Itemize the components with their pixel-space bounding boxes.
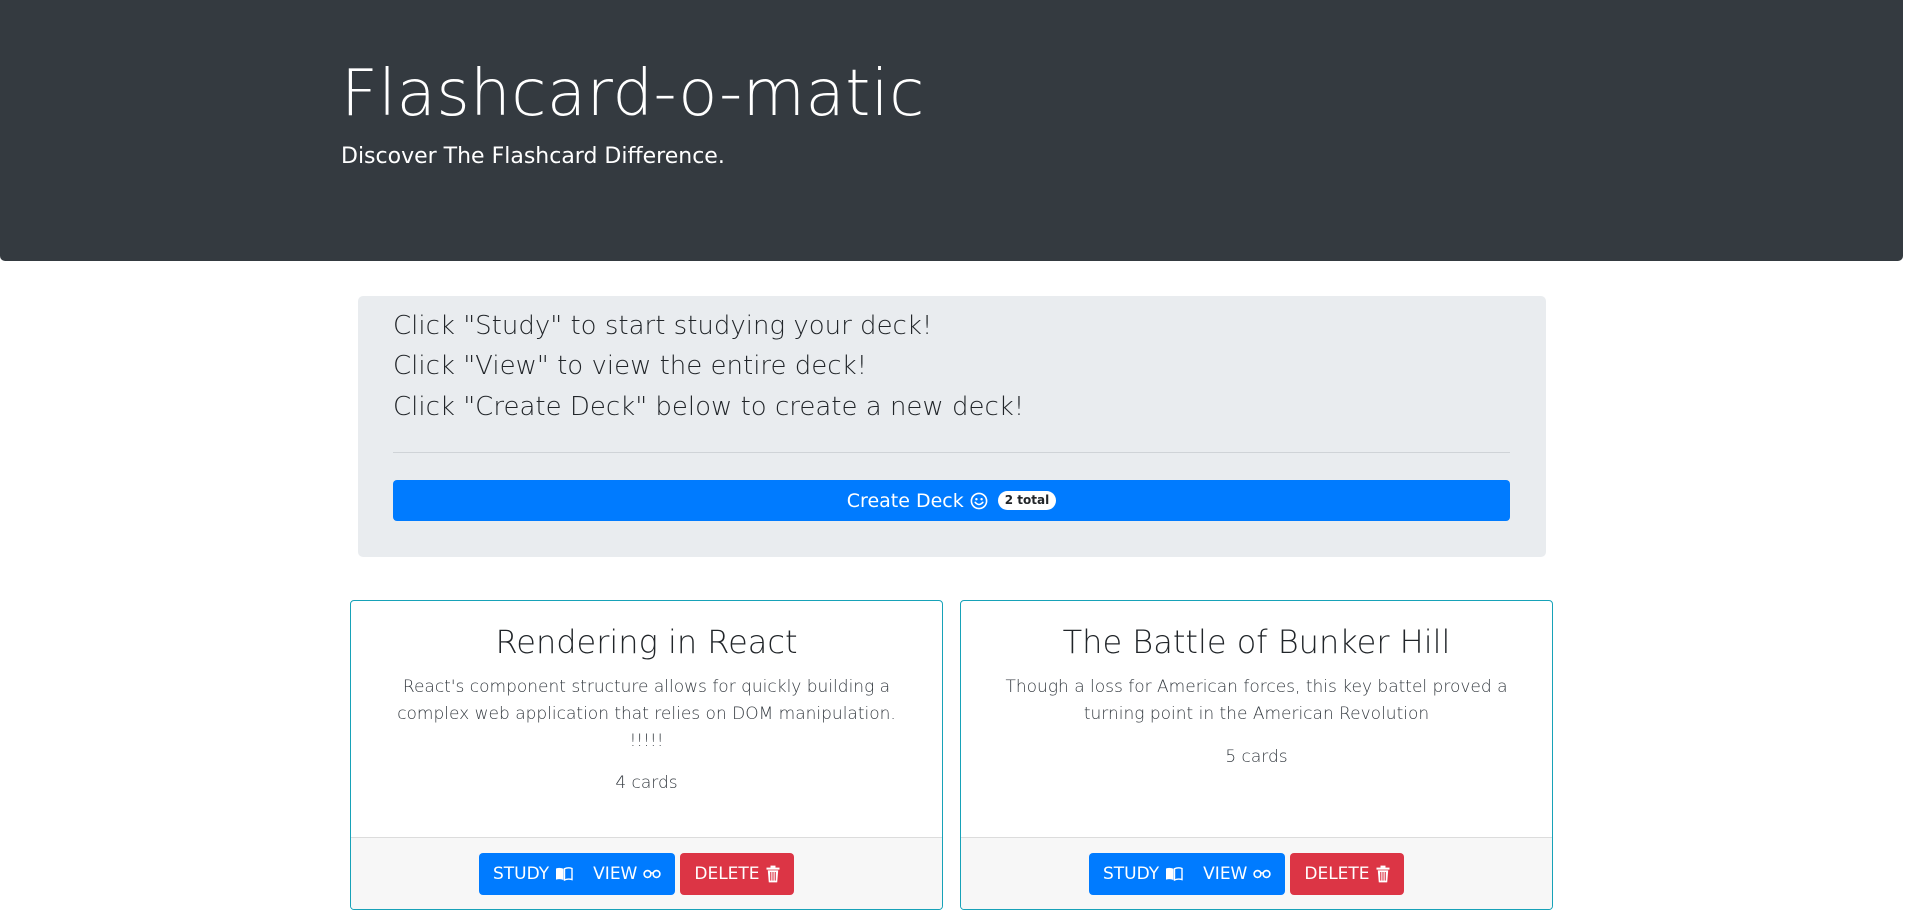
- deck-card-footer: STUDY VIEW DELETE: [351, 837, 942, 909]
- deck-description: Though a loss for American forces, this …: [1005, 677, 1508, 724]
- view-label: VIEW: [593, 864, 638, 884]
- deck-actions: STUDY VIEW DELETE: [1089, 853, 1404, 895]
- page-title: Flashcard-o-matic: [341, 57, 925, 131]
- deck-card-count: 4 cards: [615, 773, 678, 793]
- deck-card-count: 5 cards: [1225, 747, 1288, 767]
- delete-label: DELETE: [1304, 864, 1370, 884]
- instruction-study: Click "Study" to start studying your dec…: [393, 311, 933, 341]
- study-view-button-group: STUDY VIEW: [1089, 853, 1286, 895]
- create-deck-label: Create Deck: [846, 489, 964, 512]
- book-icon: [1165, 866, 1183, 882]
- study-button[interactable]: STUDY: [1089, 853, 1194, 895]
- create-deck-button[interactable]: Create Deck 2 total: [393, 480, 1510, 521]
- book-icon: [555, 866, 573, 882]
- deck-title: The Battle of Bunker Hill: [1062, 623, 1451, 661]
- trash-icon: [766, 865, 780, 883]
- deck-card: Rendering in React React's component str…: [350, 600, 943, 910]
- delete-button[interactable]: DELETE: [680, 853, 794, 895]
- glasses-icon: [1253, 868, 1272, 880]
- instruction-view: Click "View" to view the entire deck!: [393, 351, 868, 381]
- study-label: STUDY: [493, 864, 550, 884]
- instruction-create: Click "Create Deck" below to create a ne…: [393, 392, 1025, 422]
- glasses-icon: [643, 868, 662, 880]
- view-button[interactable]: VIEW: [583, 853, 676, 895]
- delete-button[interactable]: DELETE: [1290, 853, 1404, 895]
- delete-label: DELETE: [694, 864, 760, 884]
- deck-card-footer: STUDY VIEW DELETE: [961, 837, 1552, 909]
- study-button[interactable]: STUDY: [479, 853, 584, 895]
- page-subtitle: Discover The Flashcard Difference.: [341, 144, 725, 169]
- deck-actions: STUDY VIEW DELETE: [479, 853, 794, 895]
- instructions-panel: Click "Study" to start studying your dec…: [358, 296, 1546, 557]
- deck-total-badge: 2 total: [997, 491, 1057, 510]
- view-button[interactable]: VIEW: [1193, 853, 1286, 895]
- page-header: Flashcard-o-matic Discover The Flashcard…: [0, 0, 1903, 261]
- deck-title: Rendering in React: [495, 623, 798, 661]
- deck-description: React's component structure allows for q…: [397, 677, 896, 751]
- smile-icon: [970, 492, 988, 510]
- deck-card: The Battle of Bunker Hill Though a loss …: [960, 600, 1553, 910]
- view-label: VIEW: [1203, 864, 1248, 884]
- study-label: STUDY: [1103, 864, 1160, 884]
- trash-icon: [1376, 865, 1390, 883]
- divider: [393, 452, 1510, 453]
- study-view-button-group: STUDY VIEW: [479, 853, 676, 895]
